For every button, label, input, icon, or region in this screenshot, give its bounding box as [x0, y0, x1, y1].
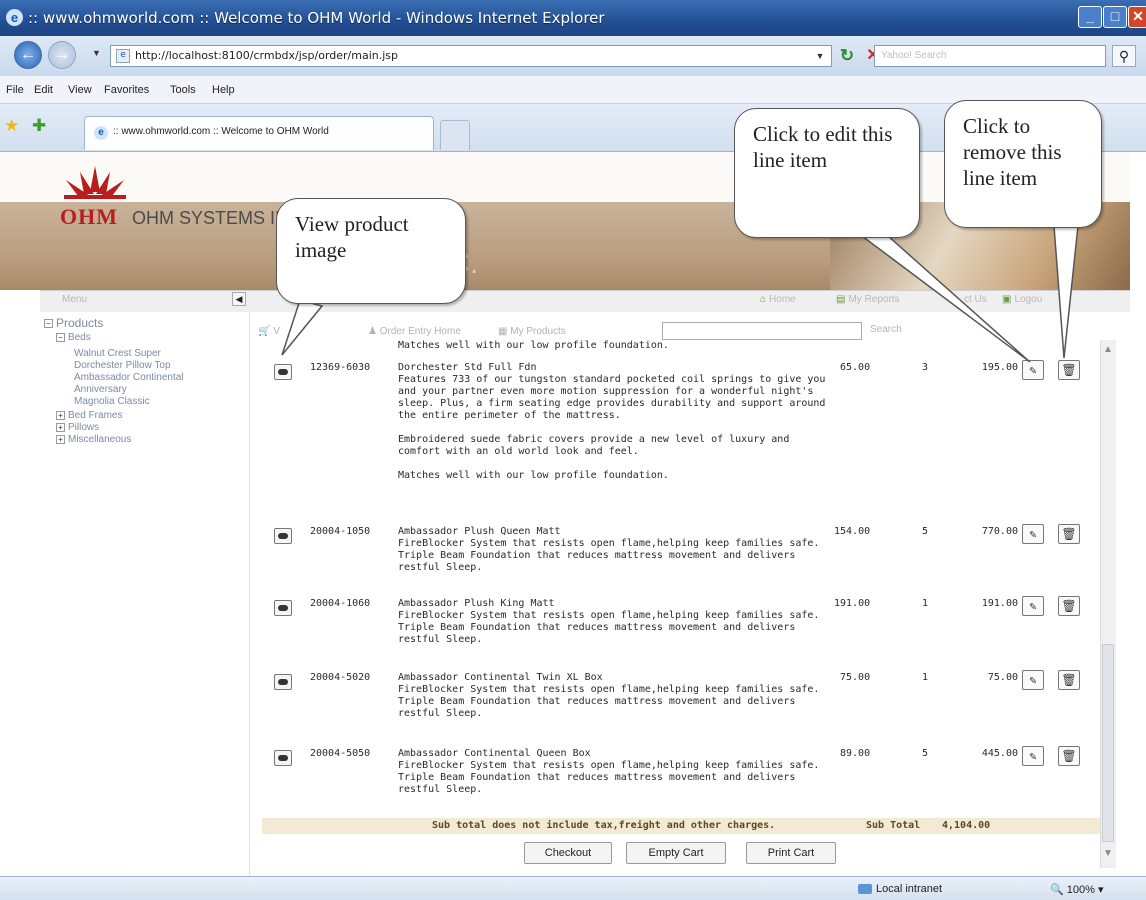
callout-edit: Click to edit this line item: [734, 108, 920, 238]
callout-view-image: View product image: [276, 198, 466, 304]
view-image-pointer: [281, 299, 324, 356]
edit-pointer: [859, 235, 1031, 363]
remove-pointer: [1053, 225, 1079, 359]
callout-remove: Click to remove this line item: [944, 100, 1102, 228]
